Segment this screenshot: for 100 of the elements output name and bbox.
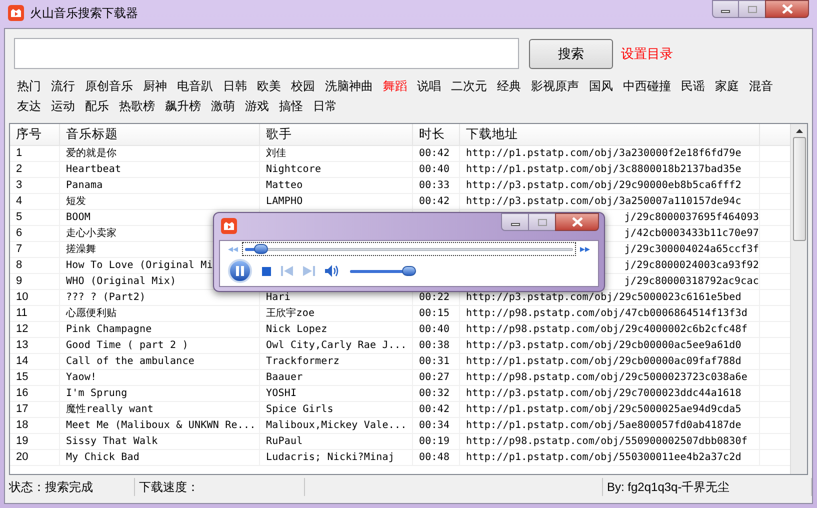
table-cell: 16: [16, 386, 28, 401]
table-cell-text: Sissy That Walk: [66, 435, 158, 449]
category-link[interactable]: 搞怪: [279, 98, 303, 115]
table-cell-text: 00:27: [419, 371, 450, 385]
set-directory-link[interactable]: 设置目录: [621, 44, 673, 64]
table-cell-text: 00:15: [419, 307, 450, 321]
table-cell-text: j/29c8000024003ca93f92: [624, 259, 759, 273]
category-link[interactable]: 国风: [589, 78, 613, 95]
table-cell: 3: [16, 178, 22, 193]
volume-icon[interactable]: [325, 265, 340, 277]
category-link[interactable]: 游戏: [245, 98, 269, 115]
category-link[interactable]: 校园: [291, 78, 315, 95]
column-header[interactable]: 音乐标题: [60, 124, 260, 145]
volume-slider[interactable]: [350, 265, 416, 277]
fast-forward-icon[interactable]: [580, 246, 590, 252]
table-cell-text: 00:40: [419, 323, 450, 337]
table-cell: 5: [16, 210, 22, 225]
category-link[interactable]: 洗脑神曲: [325, 78, 373, 95]
table-cell-text: ??? ? (Part2): [66, 291, 146, 305]
status-text: By: fg2q1q3q-千界无尘: [607, 479, 730, 496]
table-cell-text: Nightcore: [266, 163, 322, 177]
table-cell: 7: [16, 242, 22, 257]
category-link[interactable]: 欧美: [257, 78, 281, 95]
status-text: 下载速度：: [139, 479, 199, 496]
category-link[interactable]: 舞蹈: [383, 78, 407, 95]
category-link[interactable]: 原创音乐: [85, 78, 133, 95]
close-button[interactable]: [765, 0, 809, 18]
column-header[interactable]: 下载地址: [460, 124, 760, 145]
table-cell: 1: [16, 146, 22, 161]
table-cell-text: 00:22: [419, 291, 450, 305]
minimize-button[interactable]: [501, 213, 529, 231]
table-cell: 2: [16, 162, 22, 177]
table-cell-text: j/29c8000037695f464093: [624, 211, 759, 225]
table-cell-text: 00:19: [419, 435, 450, 449]
maximize-button[interactable]: [529, 213, 555, 231]
table-cell-text: 00:42: [419, 403, 450, 417]
seek-slider[interactable]: [245, 243, 573, 255]
category-link[interactable]: 混音: [749, 78, 773, 95]
category-link[interactable]: 家庭: [715, 78, 739, 95]
table-cell-text: http://p3.pstatp.com/obj/29c5000023c6161e5bed: [466, 291, 742, 305]
category-link[interactable]: 热门: [17, 78, 41, 95]
table-cell-text: Trackformerz: [266, 355, 340, 369]
table-cell-text: Owl City,Carly Rae J...: [266, 339, 407, 353]
app-logo-icon: [8, 5, 24, 21]
table-cell-text: 00:48: [419, 451, 450, 465]
vertical-scrollbar[interactable]: [790, 124, 807, 474]
table-cell-text: http://p1.pstatp.com/obj/29c5000025ae94d9cda5: [466, 403, 742, 417]
table-cell-text: 00:31: [419, 355, 450, 369]
table-cell-text: Hari: [266, 291, 290, 305]
table-cell-text: http://p3.pstatp.com/obj/29c90000eb8b5ca6fff2: [466, 179, 742, 193]
search-button[interactable]: 搜索: [529, 38, 613, 68]
category-link[interactable]: 中西碰撞: [623, 78, 671, 95]
category-link[interactable]: 经典: [497, 78, 521, 95]
search-field[interactable]: [14, 38, 519, 69]
table-cell: 10: [16, 290, 28, 305]
table-cell-text: 00:32: [419, 387, 450, 401]
column-header[interactable]: 歌手: [260, 124, 413, 145]
category-link[interactable]: 运动: [51, 98, 75, 115]
category-link[interactable]: 飙升榜: [165, 98, 201, 115]
table-cell-text: 刘佳: [266, 146, 286, 161]
table-cell-text: http://p1.pstatp.com/obj/550300011ee4b2a37c2d: [466, 451, 742, 465]
table-cell-text: http://p1.pstatp.com/obj/3a230000f2e18f6fd79e: [466, 147, 742, 161]
table-cell-text: j/29c300004024a65ccf3f: [624, 243, 759, 257]
category-link[interactable]: 民谣: [681, 78, 705, 95]
pause-button[interactable]: [228, 259, 252, 283]
table-cell: 20: [16, 450, 28, 465]
table-cell-text: http://p98.pstatp.com/obj/550900002507dbb0830f: [466, 435, 748, 449]
table-cell-text: http://p3.pstatp.com/obj/29cb00000ac5ee9a61d0: [466, 339, 742, 353]
table-cell-text: 走心小卖家: [66, 226, 116, 241]
window-title: 火山音乐搜索下载器: [30, 5, 138, 22]
table-cell-text: 00:34: [419, 419, 450, 433]
category-link[interactable]: 日常: [313, 98, 337, 115]
stop-icon[interactable]: [262, 266, 271, 276]
scroll-up-icon[interactable]: [796, 129, 802, 133]
table-cell-text: 00:42: [419, 195, 450, 209]
category-link[interactable]: 电音趴: [177, 78, 213, 95]
category-link[interactable]: 友达: [17, 98, 41, 115]
category-link[interactable]: 影视原声: [531, 78, 579, 95]
category-link[interactable]: 配乐: [85, 98, 109, 115]
table-cell: 18: [16, 418, 28, 433]
table-cell-text: j/29c80000318792ac9cac: [624, 275, 759, 289]
category-link[interactable]: 二次元: [451, 78, 487, 95]
table-cell: 13: [16, 338, 28, 353]
column-header[interactable]: 时长: [413, 124, 460, 145]
table-cell-text: 心愿便利贴: [66, 306, 116, 321]
close-icon: [782, 4, 792, 14]
column-header[interactable]: 序号: [10, 124, 60, 145]
category-link[interactable]: 日韩: [223, 78, 247, 95]
table-cell: 14: [16, 354, 28, 369]
table-cell-text: Ludacris; Nicki?Minaj: [266, 451, 395, 465]
close-button[interactable]: [555, 213, 599, 231]
table-cell-text: Maliboux,Mickey Vale...: [266, 419, 407, 433]
scroll-thumb[interactable]: [792, 137, 806, 241]
category-link[interactable]: 热歌榜: [119, 98, 155, 115]
category-link[interactable]: 厨神: [143, 78, 167, 95]
category-link[interactable]: 说唱: [417, 78, 441, 95]
category-link[interactable]: 流行: [51, 78, 75, 95]
category-link[interactable]: 激萌: [211, 98, 235, 115]
minimize-button[interactable]: [712, 0, 739, 18]
maximize-button[interactable]: [739, 0, 765, 18]
